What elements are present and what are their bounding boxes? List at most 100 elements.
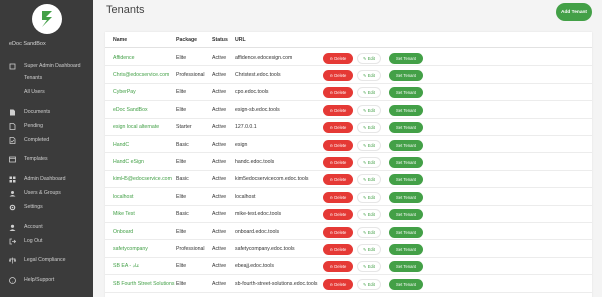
sidebar-item-super-admin-dashboard[interactable]: Super Admin Dashboard — [9, 61, 81, 71]
tenant-url: sb-fourth-street-solutions.edoc.tools — [235, 280, 318, 287]
tenant-name-link[interactable]: safetycompany — [113, 246, 148, 252]
sidebar-item-label: Users & Groups — [24, 190, 61, 196]
sidebar-item-label: Templates — [24, 156, 48, 162]
tenant-package: Elite — [176, 89, 187, 96]
table-row: HandC eSign Elite Active handc.edoc.tools ⊖ … — [105, 153, 592, 171]
edit-tenant-button[interactable]: ✎ Edit — [357, 87, 381, 99]
sidebar-item-label: Admin Dashboard — [24, 176, 66, 182]
delete-tenant-button[interactable]: ⊖ Delete — [323, 156, 353, 168]
tenant-name-link[interactable]: Mike Test — [113, 211, 135, 217]
column-header-url[interactable]: URL — [235, 37, 246, 43]
templates-icon — [9, 156, 16, 163]
tenant-name-link[interactable]: SB Fourth Street Solutions — [113, 281, 174, 287]
edit-tenant-button[interactable]: ✎ Edit — [357, 261, 381, 273]
tenant-name-link[interactable]: Onboard — [113, 229, 133, 235]
edit-tenant-button[interactable]: ✎ Edit — [357, 209, 381, 221]
delete-tenant-button[interactable]: ⊖ Delete — [323, 52, 353, 64]
delete-tenant-button[interactable]: ⊖ Delete — [323, 87, 353, 99]
delete-tenant-button[interactable]: ⊖ Delete — [323, 69, 353, 81]
tenants-icon — [9, 63, 16, 70]
delete-tenant-button[interactable]: ⊖ Delete — [323, 261, 353, 273]
edit-tenant-button[interactable]: ✎ Edit — [357, 122, 381, 134]
set-tenant-button[interactable]: Set Tenant — [389, 156, 423, 168]
delete-tenant-button[interactable]: ⊖ Delete — [323, 139, 353, 151]
column-header-status[interactable]: Status — [212, 37, 228, 43]
delete-tenant-button[interactable]: ⊖ Delete — [323, 122, 353, 134]
delete-tenant-button[interactable]: ⊖ Delete — [323, 209, 353, 221]
edit-tenant-button[interactable]: ✎ Edit — [357, 243, 381, 255]
tenant-name-link[interactable]: HandC — [113, 142, 129, 148]
sidebar-item-documents[interactable]: Documents — [9, 107, 50, 117]
set-tenant-button[interactable]: Set Tenant — [389, 174, 423, 186]
tenant-package: Elite — [176, 193, 187, 200]
add-tenant-button[interactable]: Add Tenant — [556, 3, 592, 21]
sidebar-item-log-out[interactable]: Log Out — [9, 236, 42, 246]
edit-tenant-button[interactable]: ✎ Edit — [357, 69, 381, 81]
set-tenant-button[interactable]: Set Tenant — [389, 122, 423, 134]
set-tenant-button[interactable]: Set Tenant — [389, 261, 423, 273]
edoc-logo[interactable] — [32, 4, 62, 34]
sidebar-item-templates[interactable]: Templates — [9, 154, 48, 164]
tenant-name-link[interactable]: kimH5@edocservice.com — [113, 176, 172, 182]
tenant-name-link[interactable]: SB EA - عاد — [113, 263, 140, 269]
sidebar-item-settings[interactable]: Settings — [9, 202, 43, 212]
completed-icon — [9, 136, 16, 144]
set-tenant-button[interactable]: Set Tenant — [389, 191, 423, 203]
tenant-name-link[interactable]: eDoc SandBox — [113, 107, 148, 113]
edit-tenant-button[interactable]: ✎ Edit — [357, 191, 381, 203]
edit-tenant-button[interactable]: ✎ Edit — [357, 52, 381, 64]
sidebar-item-pending[interactable]: Pending — [9, 121, 43, 131]
table-row: Mike Test Basic Active mike-test.edoc.tools… — [105, 206, 592, 223]
users-icon — [9, 190, 16, 197]
set-tenant-button[interactable]: Set Tenant — [389, 87, 423, 99]
set-tenant-button[interactable]: Set Tenant — [389, 209, 423, 221]
legal-icon — [9, 257, 16, 264]
tenant-name-link[interactable]: Affidence — [113, 55, 135, 61]
sidebar-item-account[interactable]: Account — [9, 222, 43, 232]
delete-tenant-button[interactable]: ⊖ Delete — [323, 243, 353, 255]
tenant-name-link[interactable]: HandC eSign — [113, 159, 144, 165]
set-tenant-button[interactable]: Set Tenant — [389, 278, 423, 290]
sidebar-org-name: eDoc SandBox — [9, 41, 46, 47]
sidebar-item-all-users[interactable]: All Users — [9, 87, 45, 97]
tenant-url: mike-test.edoc.tools — [235, 211, 282, 218]
sidebar-item-help-support[interactable]: Help/Support — [9, 275, 54, 285]
tenant-name-link[interactable]: CyberPay — [113, 89, 136, 95]
main-content: Tenants Add Tenant Name Package Status U… — [93, 0, 602, 297]
set-tenant-button[interactable]: Set Tenant — [389, 69, 423, 81]
set-tenant-button[interactable]: Set Tenant — [389, 52, 423, 64]
set-tenant-button[interactable]: Set Tenant — [389, 104, 423, 116]
tenant-name-link[interactable]: Chris@edocservice.com — [113, 72, 169, 78]
edit-tenant-button[interactable]: ✎ Edit — [357, 174, 381, 186]
sidebar-item-label: Legal Compliance — [24, 257, 66, 263]
tenant-package: Elite — [176, 263, 187, 270]
edit-tenant-button[interactable]: ✎ Edit — [357, 278, 381, 290]
sidebar-item-tenants[interactable]: Tenants — [9, 73, 42, 83]
column-header-name[interactable]: Name — [113, 37, 127, 43]
delete-tenant-button[interactable]: ⊖ Delete — [323, 104, 353, 116]
edit-tenant-button[interactable]: ✎ Edit — [357, 139, 381, 151]
edit-tenant-button[interactable]: ✎ Edit — [357, 156, 381, 168]
tenant-name-link[interactable]: localhost — [113, 194, 133, 200]
edit-tenant-button[interactable]: ✎ Edit — [357, 226, 381, 238]
delete-tenant-button[interactable]: ⊖ Delete — [323, 174, 353, 186]
column-header-package[interactable]: Package — [176, 37, 197, 43]
tenant-name-link[interactable]: esign local alternate — [113, 124, 159, 130]
tenant-package: Starter — [176, 124, 192, 131]
set-tenant-button[interactable]: Set Tenant — [389, 139, 423, 151]
tenant-package: Basic — [176, 141, 189, 148]
delete-tenant-button[interactable]: ⊖ Delete — [323, 191, 353, 203]
edit-tenant-button[interactable]: ✎ Edit — [357, 104, 381, 116]
dashboard-icon — [9, 176, 16, 183]
sidebar-item-users-groups[interactable]: Users & Groups — [9, 188, 61, 198]
delete-tenant-button[interactable]: ⊖ Delete — [323, 226, 353, 238]
set-tenant-button[interactable]: Set Tenant — [389, 243, 423, 255]
sidebar-item-legal-compliance[interactable]: Legal Compliance — [9, 255, 66, 265]
sidebar-item-admin-dashboard[interactable]: Admin Dashboard — [9, 174, 66, 184]
set-tenant-button[interactable]: Set Tenant — [389, 226, 423, 238]
delete-tenant-button[interactable]: ⊖ Delete — [323, 278, 353, 290]
table-row: localhost Elite Active localhost ⊖ Delete ✎ E… — [105, 188, 592, 206]
tenant-url: ebeajj.edoc.tools — [235, 263, 274, 270]
sidebar-item-label: Log Out — [24, 238, 43, 244]
sidebar-item-completed[interactable]: Completed — [9, 135, 49, 145]
